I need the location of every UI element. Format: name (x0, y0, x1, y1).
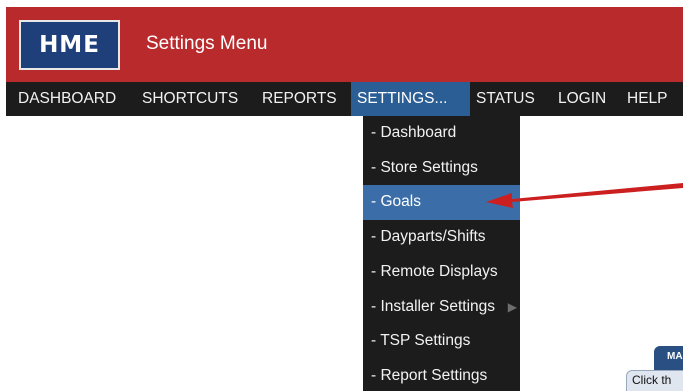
menu-item-label: - Dayparts/Shifts (371, 228, 486, 246)
menu-item-dayparts-shifts[interactable]: - Dayparts/Shifts (363, 220, 520, 255)
menu-item-store-settings[interactable]: - Store Settings (363, 151, 520, 186)
nav-item-settings[interactable]: SETTINGS... (351, 82, 470, 116)
menu-item-label: - TSP Settings (371, 332, 471, 350)
nav-item-help[interactable]: HELP (621, 82, 674, 116)
menu-item-dashboard[interactable]: - Dashboard (363, 116, 520, 151)
menu-item-label: - Remote Displays (371, 262, 498, 280)
menu-item-installer-settings[interactable]: - Installer Settings ▶ (363, 290, 520, 325)
menu-item-label: - Dashboard (371, 124, 457, 141)
page-title: Settings Menu (146, 33, 268, 54)
settings-dropdown-menu: - Dashboard - Store Settings - Goals - D… (363, 116, 520, 391)
app-header: HME Settings Menu (6, 7, 683, 82)
nav-item-dashboard[interactable]: DASHBOARD (12, 82, 122, 116)
menu-item-label: - Report Settings (371, 366, 488, 384)
nav-item-shortcuts[interactable]: SHORTCUTS (136, 82, 244, 116)
hme-logo[interactable]: HME (19, 20, 120, 70)
chevron-right-icon: ▶ (507, 299, 517, 314)
menu-item-label: - Store Settings (371, 158, 478, 176)
nav-item-reports[interactable]: REPORTS (256, 82, 343, 116)
menu-item-label: - Installer Settings (371, 297, 496, 315)
menu-item-tsp-settings[interactable]: - TSP Settings (363, 324, 520, 359)
menu-item-remote-displays[interactable]: - Remote Displays (363, 255, 520, 290)
nav-item-status[interactable]: STATUS (470, 82, 541, 116)
menu-item-label: - Goals (371, 193, 421, 211)
help-panel: Click th (626, 370, 683, 391)
menu-item-report-settings[interactable]: - Report Settings (363, 359, 520, 391)
nav-item-login[interactable]: LOGIN (552, 82, 612, 116)
main-nav: DASHBOARD SHORTCUTS REPORTS SETTINGS... … (6, 82, 683, 116)
screenshot-frame: HME Settings Menu DASHBOARD SHORTCUTS RE… (0, 0, 683, 391)
menu-item-goals[interactable]: - Goals (363, 185, 520, 221)
